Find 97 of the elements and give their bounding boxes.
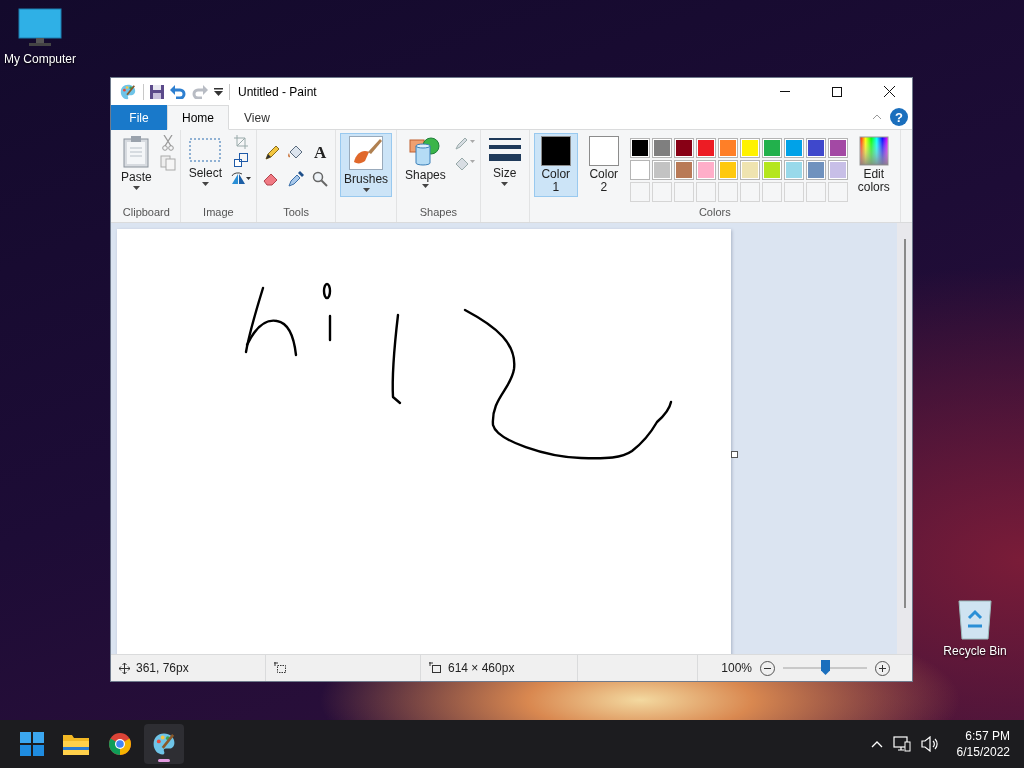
- crop-icon: [234, 135, 249, 149]
- magnifier-icon: [312, 171, 329, 187]
- paste-button[interactable]: Paste: [117, 133, 156, 197]
- palette-color[interactable]: [695, 138, 716, 158]
- caret-icon: [501, 182, 509, 186]
- speaker-icon: [920, 736, 939, 752]
- taskbar-app[interactable]: [144, 724, 184, 764]
- copy-icon: [159, 155, 176, 171]
- select-button[interactable]: Select: [184, 133, 227, 197]
- window-title: Untitled - Paint: [238, 84, 317, 99]
- ribbon-tab[interactable]: Home: [167, 105, 229, 130]
- resize-handle[interactable]: [731, 451, 738, 458]
- palette-color[interactable]: [739, 138, 760, 158]
- clock-time: 6:57 PM: [965, 728, 1010, 744]
- cut-button[interactable]: [159, 135, 176, 151]
- redo-icon: [192, 84, 208, 99]
- group-label: Clipboard: [121, 206, 171, 220]
- spectrum-icon: [858, 136, 889, 166]
- chevron-up-icon: [870, 740, 883, 748]
- windows-logo-icon: [20, 732, 44, 756]
- volume-button[interactable]: [920, 734, 939, 754]
- minimize-icon: [780, 91, 790, 92]
- selection-size-icon: [274, 662, 287, 674]
- palette-color[interactable]: [651, 138, 672, 158]
- dropdown-icon: [214, 87, 223, 96]
- move-cursor-icon: [119, 662, 130, 674]
- cursor-position: 361, 76px: [136, 661, 189, 675]
- help-button[interactable]: ?: [890, 108, 908, 126]
- fill-style-button[interactable]: [453, 155, 476, 171]
- zoom-thumb[interactable]: [821, 660, 830, 675]
- palette-color[interactable]: [717, 138, 738, 158]
- browser-icon: [108, 732, 132, 756]
- close-icon: [883, 86, 895, 97]
- ribbon-tab[interactable]: View: [229, 105, 285, 130]
- clock-date: 6/15/2022: [956, 744, 1010, 760]
- ribbon-tab[interactable]: File: [111, 105, 167, 130]
- palette-color[interactable]: [629, 138, 650, 158]
- group-label: Tools: [282, 206, 310, 220]
- palette-color[interactable]: [739, 160, 760, 180]
- palette-color[interactable]: [717, 160, 738, 180]
- palette-color[interactable]: [695, 160, 716, 180]
- palette-color[interactable]: [805, 160, 826, 180]
- palette-color[interactable]: [827, 138, 848, 158]
- palette-color[interactable]: [629, 160, 650, 180]
- palette-color[interactable]: [761, 138, 782, 158]
- palette-color[interactable]: [651, 160, 672, 180]
- group-label: Image: [202, 206, 235, 220]
- folder-icon: [63, 733, 89, 755]
- palette-color[interactable]: [827, 160, 848, 180]
- caret-icon: [421, 184, 429, 188]
- undo-icon: [170, 84, 186, 99]
- vertical-scrollbar[interactable]: [897, 223, 912, 654]
- palette-color[interactable]: [805, 138, 826, 158]
- color-slot-button[interactable]: Color 2: [581, 133, 626, 197]
- plus-icon: [879, 664, 886, 672]
- network-button[interactable]: [892, 734, 911, 754]
- network-icon: [892, 736, 911, 752]
- canvas-size: 614 × 460px: [448, 661, 515, 675]
- zoom-level: 100%: [721, 661, 752, 675]
- palette-color[interactable]: [783, 160, 804, 180]
- pen-icon: [453, 135, 476, 151]
- caret-icon: [362, 188, 370, 192]
- group-label: Shapes: [418, 206, 459, 220]
- brushes-button[interactable]: Brushes: [340, 133, 393, 197]
- color-slot-button[interactable]: Color 1: [533, 133, 578, 197]
- canvas-size-icon: [429, 662, 442, 674]
- palette-color[interactable]: [673, 160, 694, 180]
- maximize-icon: [832, 86, 842, 97]
- shapes-button[interactable]: Shapes: [401, 133, 450, 197]
- palette-color[interactable]: [761, 160, 782, 180]
- edit-colors-button[interactable]: Edit colors: [851, 133, 896, 197]
- palette-color[interactable]: [783, 138, 804, 158]
- minus-icon: [764, 667, 771, 669]
- palette-icon: [151, 731, 177, 757]
- bucket-icon: [453, 155, 476, 171]
- collapse-ribbon-button[interactable]: [872, 114, 882, 120]
- caret-icon: [201, 182, 209, 186]
- brush-icon: [349, 136, 384, 170]
- clipboard-icon: [123, 136, 150, 168]
- rotate-icon: [230, 171, 253, 185]
- rotate-button[interactable]: [230, 171, 253, 185]
- copy-button[interactable]: [159, 155, 176, 171]
- outline-button[interactable]: [453, 135, 476, 151]
- monitor-icon: [18, 8, 62, 48]
- palette-color[interactable]: [673, 138, 694, 158]
- palette-icon: [119, 82, 137, 101]
- size-button[interactable]: Size: [484, 133, 525, 197]
- eyedropper-icon: [288, 171, 305, 187]
- chevron-up-icon: [872, 114, 882, 120]
- line-widths-icon: [488, 136, 521, 164]
- shapes-icon: [409, 136, 442, 166]
- scissors-icon: [160, 135, 175, 151]
- caret-icon: [132, 186, 140, 190]
- pencil-icon: [264, 145, 281, 161]
- selection-icon: [189, 136, 222, 164]
- resize-icon: [234, 153, 249, 167]
- group-label: Colors: [697, 206, 732, 220]
